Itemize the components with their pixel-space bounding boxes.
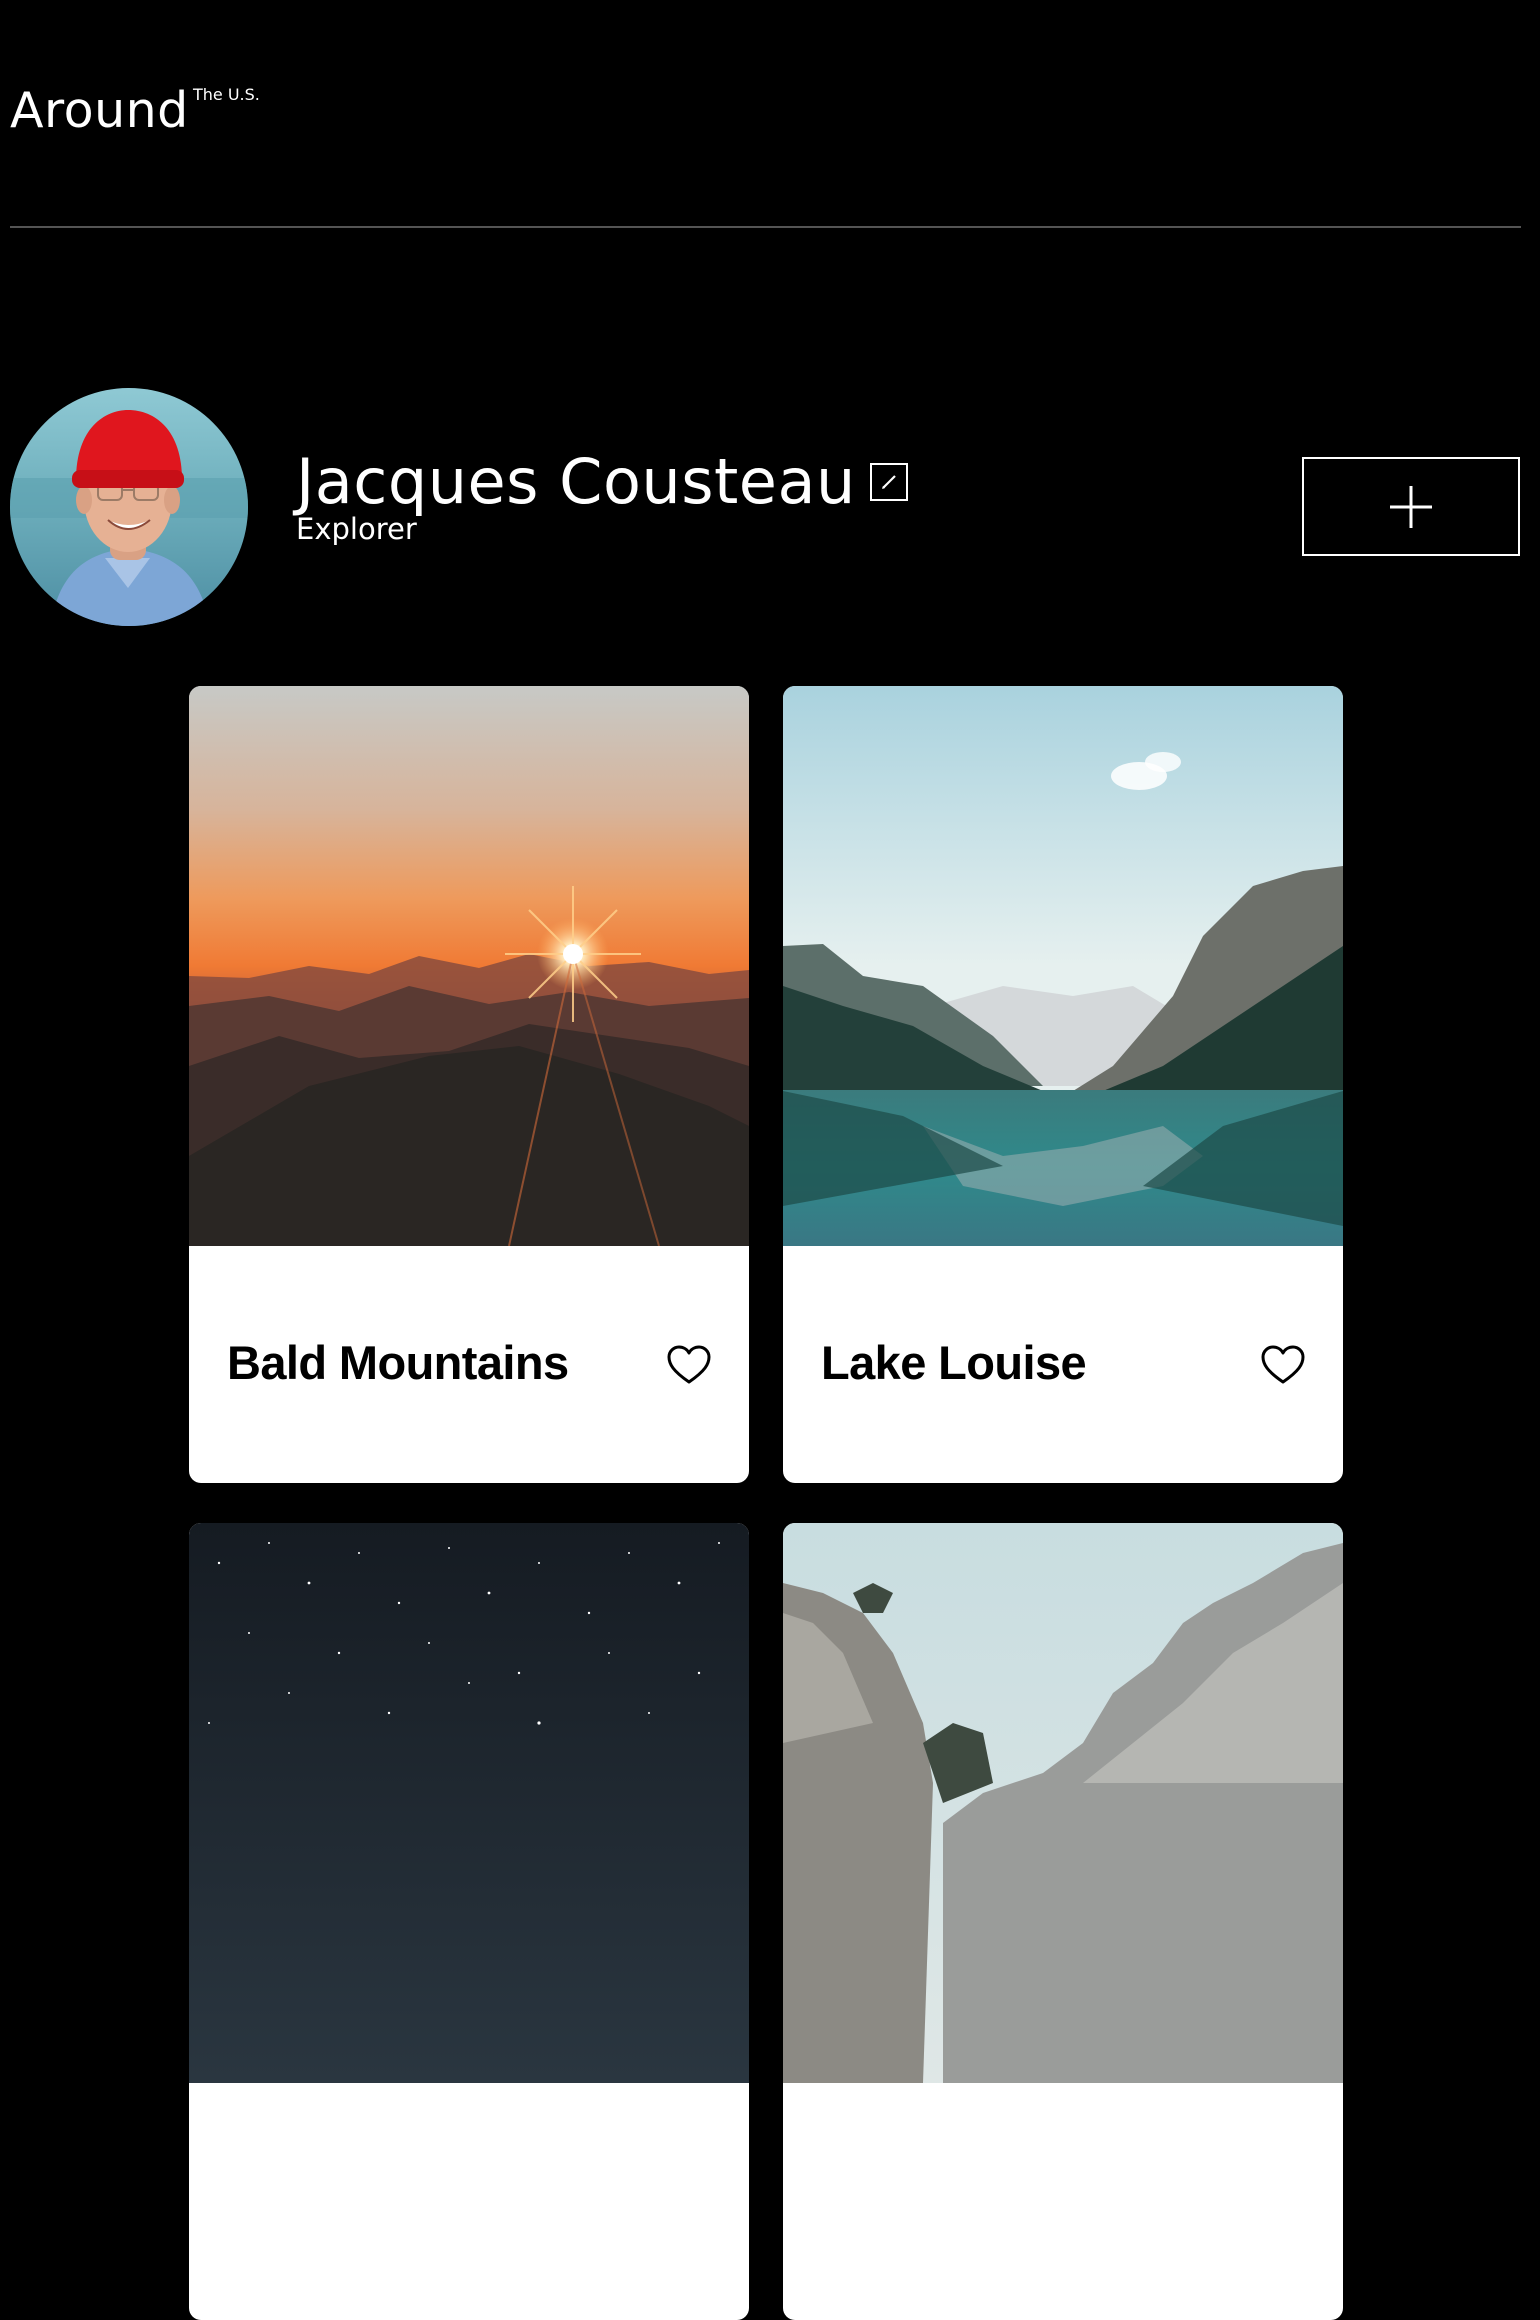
sunset-over-mountains-image [189, 686, 749, 1246]
like-button[interactable] [1261, 1345, 1305, 1385]
place-card: Lake Louise [783, 686, 1343, 1483]
cards-grid: Bald Mountains Lake Louise [189, 686, 1345, 2320]
add-place-button[interactable] [1302, 457, 1520, 556]
card-footer [783, 2083, 1343, 2320]
card-footer: Bald Mountains [189, 1246, 749, 1483]
like-button[interactable] [667, 1345, 711, 1385]
profile-info: Jacques Cousteau Explorer [296, 445, 908, 547]
heart-outline-icon [1261, 1345, 1305, 1384]
logo-main-text: Around [10, 82, 189, 139]
logo-superscript: The U.S. [193, 85, 260, 104]
profile-name-row: Jacques Cousteau [296, 445, 908, 518]
place-card [783, 1523, 1343, 2320]
card-image-starry-night-sky[interactable] [189, 1523, 749, 2083]
card-title: Lake Louise [821, 1336, 1087, 1389]
plus-icon [1390, 485, 1432, 528]
header: Around The U.S. [10, 0, 1521, 228]
card-footer [189, 2083, 749, 2320]
edit-profile-button[interactable] [869, 463, 908, 502]
logo[interactable]: Around The U.S. [10, 86, 260, 135]
starry-night-sky-image [189, 1523, 749, 2083]
heart-outline-icon [667, 1345, 711, 1384]
profile-name: Jacques Cousteau [296, 445, 856, 518]
place-card: Bald Mountains [189, 686, 749, 1483]
card-footer: Lake Louise [783, 1246, 1343, 1483]
card-image-sunset-over-mountains[interactable] [189, 686, 749, 1246]
card-image-rocky-mountain-cliffs[interactable] [783, 1523, 1343, 2083]
card-title: Bald Mountains [227, 1336, 569, 1389]
avatar[interactable] [10, 388, 248, 626]
pencil-edit-icon [881, 475, 896, 490]
card-image-mountain-lake-reflection[interactable] [783, 686, 1343, 1246]
avatar-image [10, 388, 248, 626]
rocky-mountain-cliffs-image [783, 1523, 1343, 2083]
mountain-lake-reflection-image [783, 686, 1343, 1246]
place-card [189, 1523, 749, 2320]
